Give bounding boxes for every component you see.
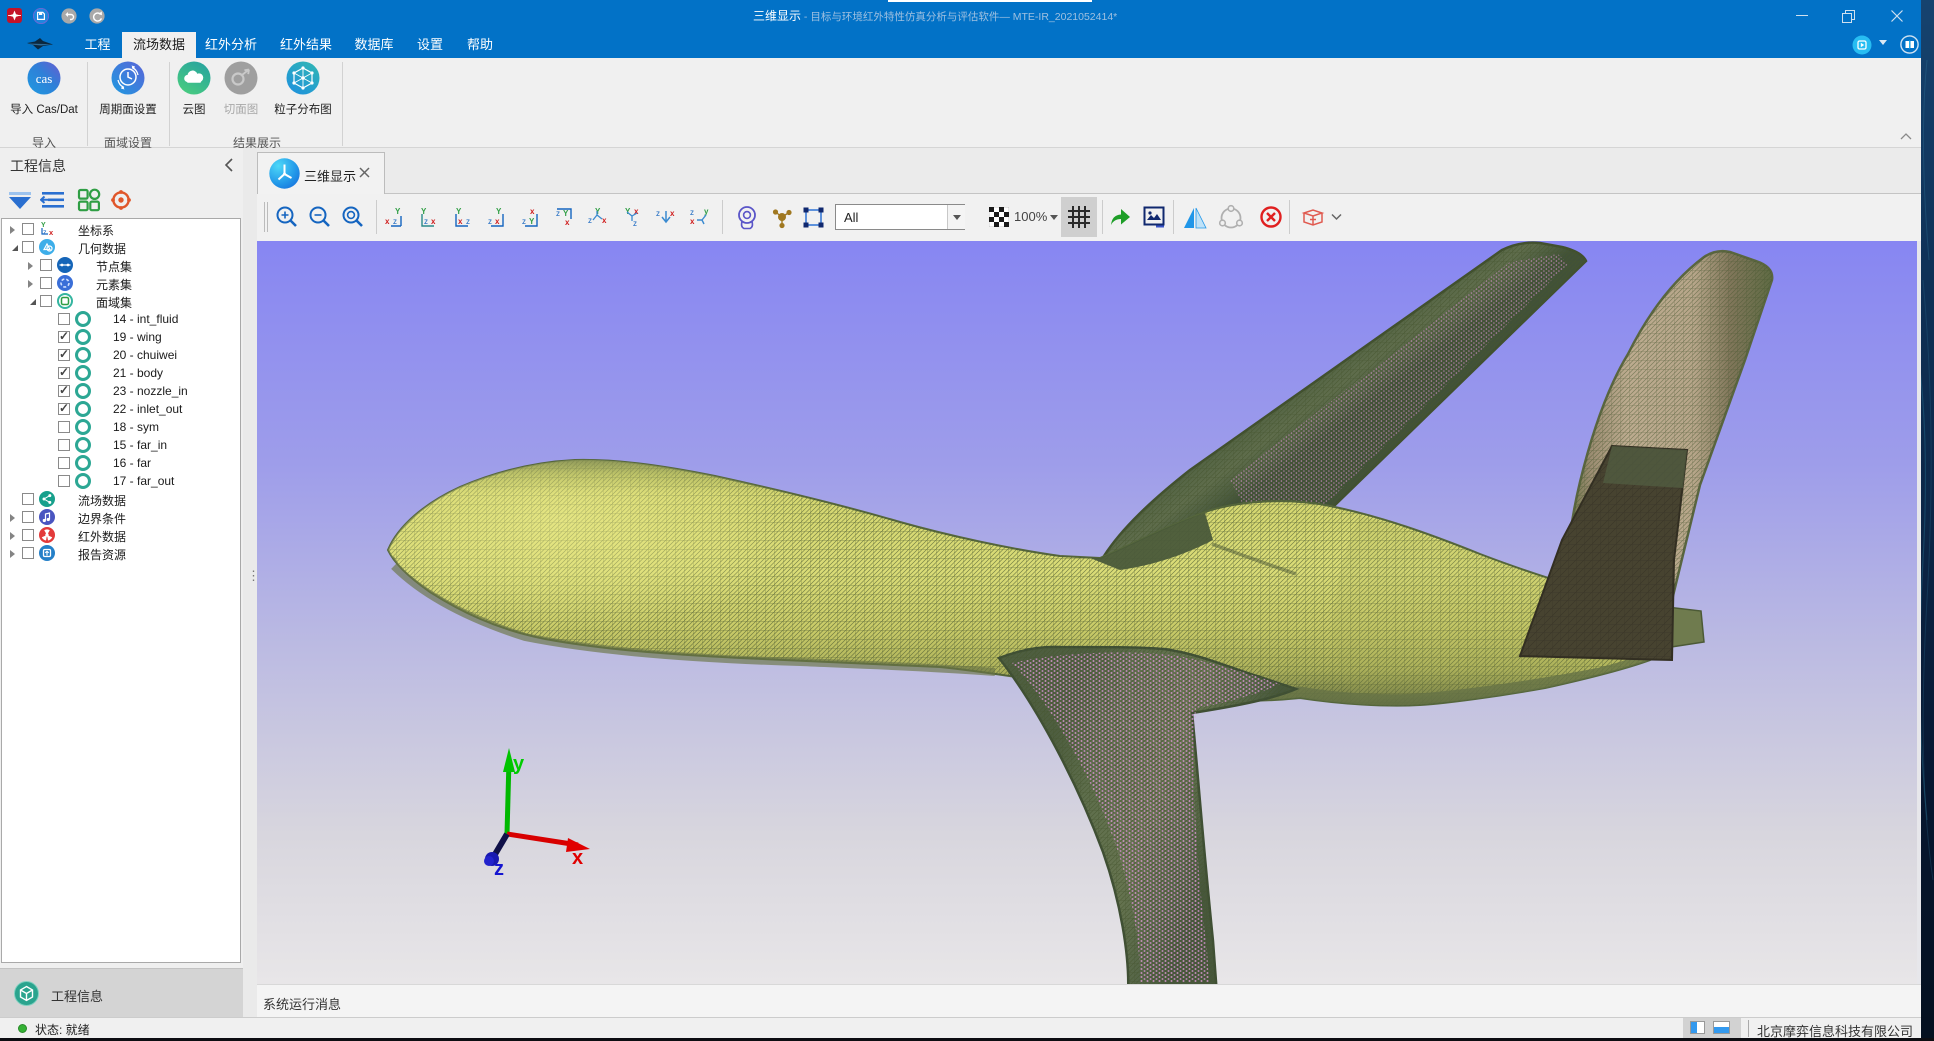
svg-text:y: y bbox=[513, 753, 525, 775]
svg-text:x: x bbox=[495, 217, 500, 226]
svg-text:cas: cas bbox=[36, 71, 53, 86]
svg-text:Y: Y bbox=[563, 209, 569, 218]
svg-text:Y: Y bbox=[41, 222, 46, 229]
svg-text:z: z bbox=[488, 217, 492, 226]
svg-text:z: z bbox=[43, 230, 47, 237]
svg-text:z: z bbox=[633, 219, 637, 228]
svg-text:x: x bbox=[572, 847, 583, 869]
svg-text:x: x bbox=[49, 228, 54, 237]
svg-text:x: x bbox=[385, 217, 390, 226]
svg-text:z: z bbox=[494, 858, 504, 880]
svg-text:z: z bbox=[690, 208, 694, 217]
svg-text:x: x bbox=[602, 216, 607, 225]
svg-text:Y: Y bbox=[496, 207, 502, 216]
svg-text:z: z bbox=[424, 217, 428, 226]
svg-text:x: x bbox=[431, 217, 436, 226]
svg-text:Y: Y bbox=[395, 207, 401, 216]
svg-text:z: z bbox=[393, 217, 397, 226]
svg-text:x: x bbox=[670, 209, 675, 218]
svg-text:Y: Y bbox=[595, 207, 601, 216]
svg-text:z: z bbox=[522, 217, 526, 226]
svg-text:x: x bbox=[530, 207, 535, 216]
svg-text:x: x bbox=[565, 218, 570, 227]
svg-text:y: y bbox=[704, 207, 709, 216]
svg-text:Y: Y bbox=[529, 217, 535, 226]
svg-text:Y: Y bbox=[456, 207, 462, 216]
svg-text:z: z bbox=[656, 209, 660, 218]
svg-text:x: x bbox=[458, 217, 463, 226]
svg-text:x: x bbox=[690, 217, 695, 226]
svg-text:z: z bbox=[466, 217, 470, 226]
svg-text:z: z bbox=[588, 216, 592, 225]
svg-text:z: z bbox=[556, 209, 560, 218]
